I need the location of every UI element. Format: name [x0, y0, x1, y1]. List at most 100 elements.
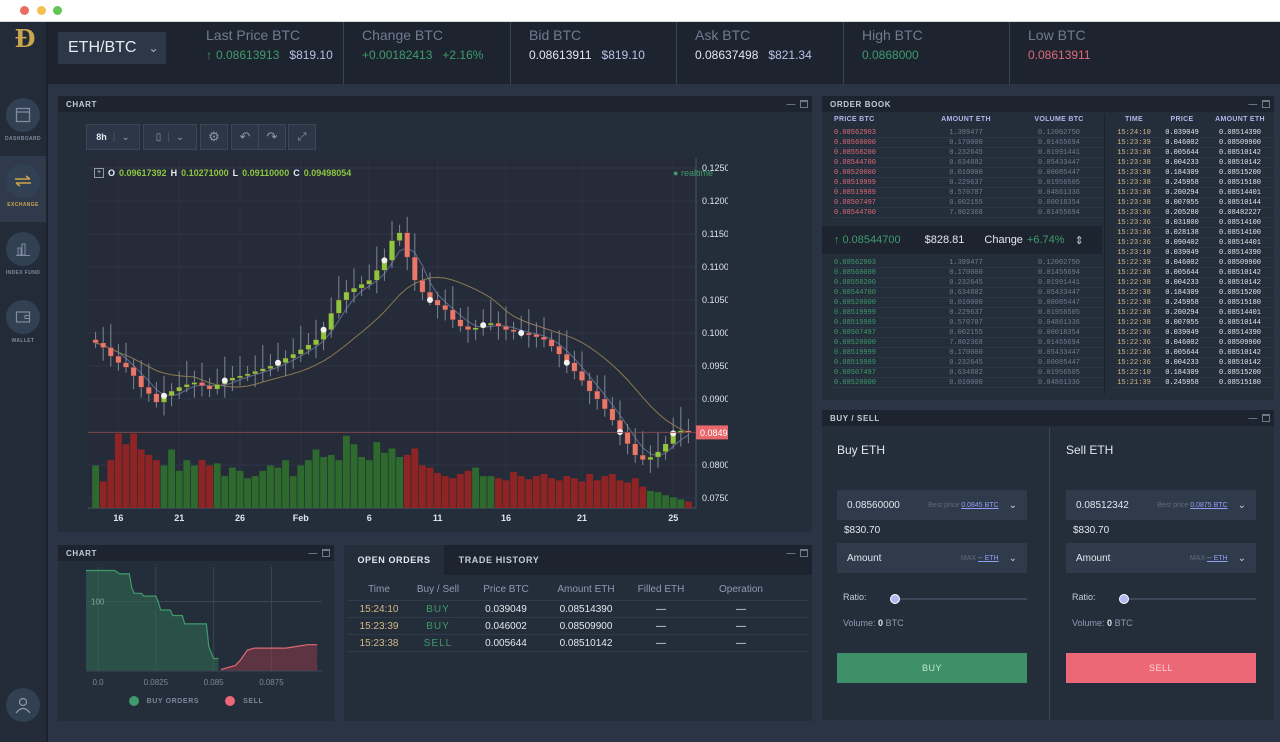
brand-logo[interactable]: Đ [12, 26, 38, 52]
slider-thumb[interactable] [890, 594, 900, 604]
trade-amount: 0.08509900 [1218, 339, 1261, 347]
candle [647, 456, 654, 460]
candle [229, 377, 236, 381]
sell-ratio-slider[interactable] [1119, 594, 1256, 604]
tab-open-orders[interactable]: OPEN ORDERS [344, 545, 444, 575]
sidebar-item-wallet[interactable]: WALLET [0, 292, 46, 358]
tab-trade-history[interactable]: TRADE HISTORY [444, 545, 554, 575]
volume-bar [274, 467, 282, 508]
undo-button[interactable]: ↶ [231, 124, 259, 150]
sort-toggle-icon[interactable]: ⇕ [1075, 234, 1084, 247]
trade-price: 0.031800 [1165, 219, 1199, 227]
close-window-button[interactable] [20, 6, 29, 15]
candlestick-chart[interactable]: 0.125000000.120000000.115000000.11000000… [88, 158, 728, 524]
column-header: TIME [1125, 116, 1143, 123]
volume-bar [487, 476, 495, 508]
sell-price-input[interactable]: 0.08512342 Best price 0.0875 BTC ⌄ [1066, 490, 1256, 520]
minimize-icon[interactable]: — [308, 548, 318, 558]
trade-row: 15:22:38 0.200294 0.08514401 [1114, 308, 1274, 318]
maximize-icon[interactable] [800, 549, 808, 557]
volume-bar [563, 476, 571, 508]
fullscreen-button[interactable]: ⤢ [288, 124, 316, 150]
ask-amount: 0.634882 [949, 159, 983, 167]
buy-price-input[interactable]: 0.08560000 Best price 0.0845 BTC ⌄ [837, 490, 1027, 520]
trade-amount: 0.08514100 [1218, 219, 1261, 227]
best-price-link[interactable]: 0.0875 BTC [1190, 502, 1227, 509]
trade-amount: 0.08515200 [1218, 289, 1261, 297]
order-side: SELL [423, 638, 453, 649]
trade-row: 15:22:36 0.005644 0.08510142 [1114, 348, 1274, 358]
volume-bar [320, 457, 328, 508]
ask-amount: 0.229637 [949, 179, 983, 187]
order-filled: — [656, 638, 666, 649]
candle [244, 373, 251, 377]
candle [191, 382, 198, 385]
ask-price: 0.08544700 [834, 159, 877, 167]
bid-volume: 0.04861336 [1037, 379, 1080, 387]
candle [579, 371, 585, 381]
maximize-icon[interactable] [322, 549, 330, 557]
sidebar-item-index-fund[interactable]: INDEX FUND [0, 224, 46, 290]
trade-row: 15:22:38 0.004233 0.08510142 [1114, 278, 1274, 288]
candle [487, 322, 494, 326]
maximize-icon[interactable] [1262, 100, 1270, 108]
minimize-icon[interactable]: — [786, 99, 796, 109]
redo-button[interactable]: ↷ [258, 124, 286, 150]
max-link[interactable]: -- ETH [1207, 555, 1228, 562]
minimize-window-button[interactable] [37, 6, 46, 15]
bid-volume: 0.05433447 [1037, 349, 1080, 357]
chart-type-selector[interactable]: ▯ | ⌄ [143, 124, 197, 150]
user-profile-button[interactable] [6, 688, 40, 722]
maximize-window-button[interactable] [53, 6, 62, 15]
bid-volume: 0.00085447 [1037, 299, 1080, 307]
maximize-icon[interactable] [1262, 414, 1270, 422]
candle [624, 431, 631, 445]
panel-title: ORDER BOOK [830, 100, 892, 109]
realtime-indicator: ● realtime [673, 168, 713, 178]
best-price-link[interactable]: 0.0845 BTC [961, 502, 998, 509]
change-value: +6.74% [1026, 234, 1065, 246]
sell-amount-input[interactable]: Amount MAX -- ETH ⌄ [1066, 543, 1256, 573]
buy-ratio-slider[interactable] [890, 594, 1027, 604]
buy-button[interactable]: BUY [837, 653, 1027, 683]
buy-sell-panel: BUY / SELL — Buy ETH 0.08560000 Best pri… [822, 410, 1274, 720]
trade-row: 15:24:10 0.039049 0.08514390 [1114, 128, 1274, 138]
candle [457, 319, 464, 327]
bid-amount: 0.232645 [949, 279, 983, 287]
minimize-icon[interactable]: — [1248, 413, 1258, 423]
candle [237, 375, 243, 379]
minimize-icon[interactable]: — [786, 548, 796, 558]
bid-row: 0.08519999 0.170000 0.05433447 [834, 348, 1104, 358]
trade-row: 15:23:10 0.039049 0.08514390 [1114, 248, 1274, 258]
max-link[interactable]: -- ETH [978, 555, 999, 562]
pair-selector[interactable]: ETH/BTC ⌄ [58, 32, 166, 64]
bid-volume: 0.12002750 [1037, 259, 1080, 267]
candle [206, 385, 213, 390]
slider-thumb[interactable] [1119, 594, 1129, 604]
trade-price: 0.245958 [1165, 179, 1199, 187]
candle [115, 355, 122, 363]
settings-button[interactable]: ⚙ [200, 124, 228, 150]
y-tick-label: 0.08000000 [702, 460, 728, 470]
bid-volume: 0.04861336 [1037, 319, 1080, 327]
y-tick-label: 0.10500000 [702, 295, 728, 305]
sidebar-item-exchange[interactable]: EXCHANGE [0, 156, 46, 222]
bid-amount: 0.170000 [949, 269, 983, 277]
panel-title: CHART [66, 100, 97, 109]
buy-amount-input[interactable]: Amount MAX -- ETH ⌄ [837, 543, 1027, 573]
volume-bar [608, 474, 616, 508]
candle [495, 322, 502, 327]
stat-low: Low BTC 0.08613911 [1009, 22, 1101, 84]
sell-button[interactable]: SELL [1066, 653, 1256, 683]
interval-selector[interactable]: 8h | ⌄ [86, 124, 140, 150]
bid-price: 0.08520000 [834, 299, 877, 307]
trade-amount: 0.08510142 [1218, 349, 1261, 357]
volume-bar [92, 465, 100, 508]
sidebar-item-dashboard[interactable]: DASHBOARD [0, 90, 46, 156]
ratio-label: Ratio: [843, 592, 867, 602]
maximize-icon[interactable] [800, 100, 808, 108]
volume-bar [137, 449, 145, 508]
recent-trades-table: TIME PRICE AMOUNT ETH 15:24:10 0.039049 0.08… [1114, 116, 1274, 388]
depth-chart[interactable]: 0.00.08250.0850.0875100 [58, 561, 334, 691]
minimize-icon[interactable]: — [1248, 99, 1258, 109]
